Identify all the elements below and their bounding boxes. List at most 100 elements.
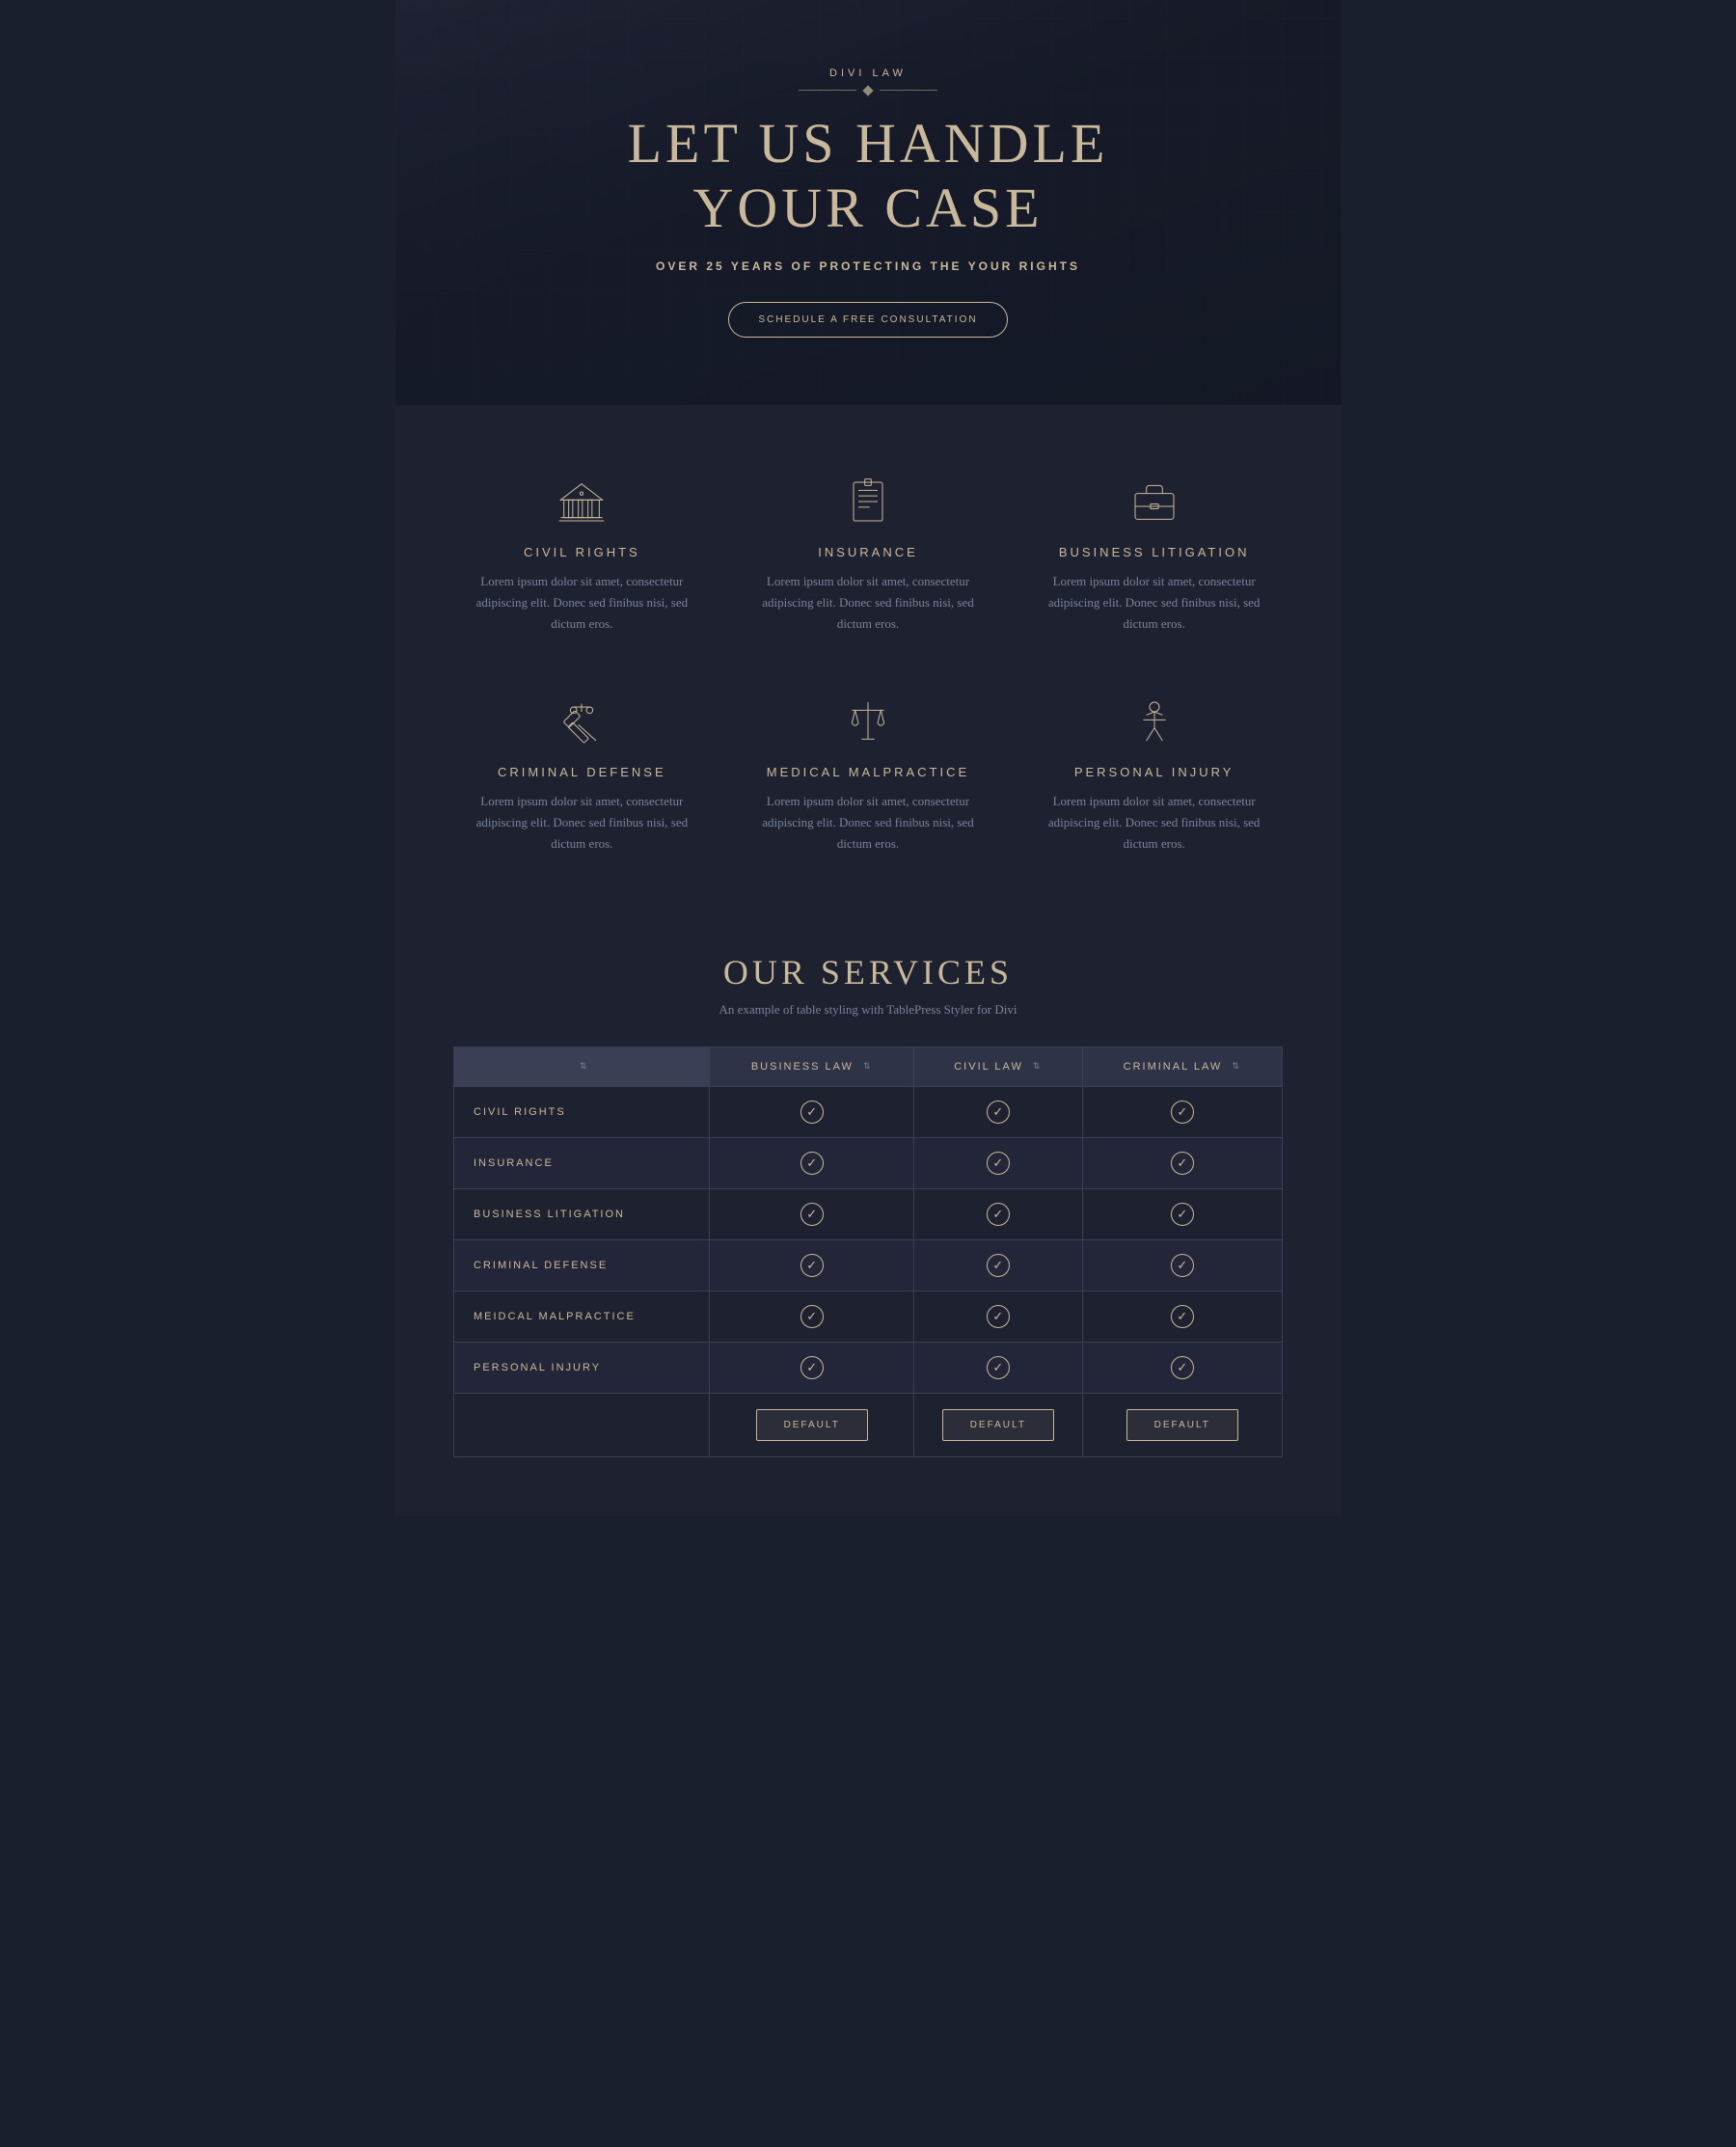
service-criminal-defense: CRIMINAL DEFENSE Lorem ipsum dolor sit a… (453, 683, 711, 864)
check-circle-icon (1171, 1101, 1194, 1124)
sort-icon-criminal[interactable]: ⇅ (1232, 1061, 1241, 1072)
hero-section: DIVI LAW LET US HANDLE YOUR CASE OVER 25… (395, 0, 1341, 405)
table-cell-check (914, 1188, 1082, 1239)
table-cell-check (710, 1086, 914, 1137)
service-personal-injury-desc: Lorem ipsum dolor sit amet, consectetur … (1035, 791, 1273, 855)
table-cell-check (914, 1291, 1082, 1342)
table-button-empty-cell (454, 1393, 710, 1456)
hero-content: DIVI LAW LET US HANDLE YOUR CASE OVER 25… (609, 48, 1128, 357)
sort-icon-civil[interactable]: ⇅ (1033, 1061, 1043, 1072)
divider-diamond (862, 85, 873, 95)
scales-gavel-icon (553, 693, 610, 750)
check-circle-icon (800, 1152, 824, 1175)
service-business-litigation-desc: Lorem ipsum dolor sit amet, consectetur … (1035, 571, 1273, 635)
table-cell-check (914, 1137, 1082, 1188)
services-grid: CIVIL RIGHTS Lorem ipsum dolor sit amet,… (453, 463, 1283, 865)
service-personal-injury-title: PERSONAL INJURY (1035, 765, 1273, 779)
table-button-row: DEFAULT DEFAULT DEFAULT (454, 1393, 1283, 1456)
service-business-litigation: BUSINESS LITIGATION Lorem ipsum dolor si… (1025, 463, 1283, 644)
hero-title: LET US HANDLE YOUR CASE (628, 112, 1109, 240)
check-circle-icon (800, 1356, 824, 1379)
check-circle-icon (987, 1203, 1010, 1226)
table-button-cell-civil: DEFAULT (914, 1393, 1082, 1456)
service-civil-rights-title: CIVIL RIGHTS (463, 545, 701, 559)
table-cell-check (914, 1239, 1082, 1291)
table-header-civil-law: CIVIL LAW ⇅ (914, 1046, 1082, 1086)
table-header-business-law: BUSINESS LAW ⇅ (710, 1046, 914, 1086)
check-circle-icon (800, 1305, 824, 1328)
scales-icon (839, 693, 897, 750)
table-cell-check (914, 1086, 1082, 1137)
table-header-empty: ⇅ (454, 1046, 710, 1086)
cta-button[interactable]: SCHEDULE A FREE CONSULTATION (728, 302, 1007, 338)
check-circle-icon (987, 1356, 1010, 1379)
brand-divider (628, 87, 1109, 95)
check-circle-icon (800, 1203, 824, 1226)
table-cell-check (1082, 1137, 1282, 1188)
service-medical-malpractice: MEDICAL MALPRACTICE Lorem ipsum dolor si… (740, 683, 997, 864)
table-row-label: CIVIL RIGHTS (454, 1086, 710, 1137)
brand-name: DIVI LAW (628, 68, 1109, 79)
table-row: INSURANCE (454, 1137, 1283, 1188)
check-circle-icon (800, 1254, 824, 1277)
table-button-cell-business: DEFAULT (710, 1393, 914, 1456)
check-circle-icon (1171, 1254, 1194, 1277)
sort-icon-business[interactable]: ⇅ (863, 1061, 873, 1072)
check-circle-icon (1171, 1356, 1194, 1379)
document-icon (839, 473, 897, 530)
table-row: MEIDCAL MALPRACTICE (454, 1291, 1283, 1342)
table-row: CRIMINAL DEFENSE (454, 1239, 1283, 1291)
table-cell-check (1082, 1086, 1282, 1137)
service-criminal-defense-desc: Lorem ipsum dolor sit amet, consectetur … (463, 791, 701, 855)
table-cell-check (1082, 1291, 1282, 1342)
courthouse-icon (553, 473, 610, 530)
service-criminal-defense-title: CRIMINAL DEFENSE (463, 765, 701, 779)
service-medical-malpractice-title: MEDICAL MALPRACTICE (749, 765, 988, 779)
table-cell-check (1082, 1342, 1282, 1393)
briefcase-icon (1126, 473, 1183, 530)
service-business-litigation-title: BUSINESS LITIGATION (1035, 545, 1273, 559)
table-row-label: INSURANCE (454, 1137, 710, 1188)
table-header-row: ⇅ BUSINESS LAW ⇅ CIVIL LAW ⇅ CRIMINAL LA… (454, 1046, 1283, 1086)
check-circle-icon (987, 1254, 1010, 1277)
service-personal-injury: PERSONAL INJURY Lorem ipsum dolor sit am… (1025, 683, 1283, 864)
divider-line-right (880, 90, 937, 91)
services-table: ⇅ BUSINESS LAW ⇅ CIVIL LAW ⇅ CRIMINAL LA… (453, 1046, 1283, 1457)
service-medical-malpractice-desc: Lorem ipsum dolor sit amet, consectetur … (749, 791, 988, 855)
table-cell-check (1082, 1239, 1282, 1291)
table-row-label: PERSONAL INJURY (454, 1342, 710, 1393)
default-button-business[interactable]: DEFAULT (756, 1409, 868, 1441)
table-cell-check (710, 1239, 914, 1291)
table-row: CIVIL RIGHTS (454, 1086, 1283, 1137)
table-section-title: OUR SERVICES (453, 952, 1283, 992)
service-civil-rights: CIVIL RIGHTS Lorem ipsum dolor sit amet,… (453, 463, 711, 644)
sort-icon-empty[interactable]: ⇅ (580, 1061, 589, 1072)
person-icon (1126, 693, 1183, 750)
table-row-label: BUSINESS LITIGATION (454, 1188, 710, 1239)
service-insurance: INSURANCE Lorem ipsum dolor sit amet, co… (740, 463, 997, 644)
divider-line-left (799, 90, 856, 91)
table-row-label: MEIDCAL MALPRACTICE (454, 1291, 710, 1342)
table-button-cell-criminal: DEFAULT (1082, 1393, 1282, 1456)
table-cell-check (710, 1188, 914, 1239)
check-circle-icon (800, 1101, 824, 1124)
table-cell-check (710, 1342, 914, 1393)
check-circle-icon (1171, 1305, 1194, 1328)
check-circle-icon (1171, 1203, 1194, 1226)
hero-subtitle: OVER 25 YEARS OF PROTECTING THE YOUR RIG… (628, 259, 1109, 273)
check-circle-icon (987, 1152, 1010, 1175)
check-circle-icon (987, 1101, 1010, 1124)
table-cell-check (914, 1342, 1082, 1393)
service-insurance-desc: Lorem ipsum dolor sit amet, consectetur … (749, 571, 988, 635)
table-cell-check (710, 1291, 914, 1342)
default-button-criminal[interactable]: DEFAULT (1126, 1409, 1238, 1441)
services-section: CIVIL RIGHTS Lorem ipsum dolor sit amet,… (395, 405, 1341, 904)
table-section: OUR SERVICES An example of table styling… (395, 904, 1341, 1515)
table-cell-check (710, 1137, 914, 1188)
table-row: BUSINESS LITIGATION (454, 1188, 1283, 1239)
service-civil-rights-desc: Lorem ipsum dolor sit amet, consectetur … (463, 571, 701, 635)
default-button-civil[interactable]: DEFAULT (942, 1409, 1054, 1441)
table-row-label: CRIMINAL DEFENSE (454, 1239, 710, 1291)
check-circle-icon (987, 1305, 1010, 1328)
table-row: PERSONAL INJURY (454, 1342, 1283, 1393)
